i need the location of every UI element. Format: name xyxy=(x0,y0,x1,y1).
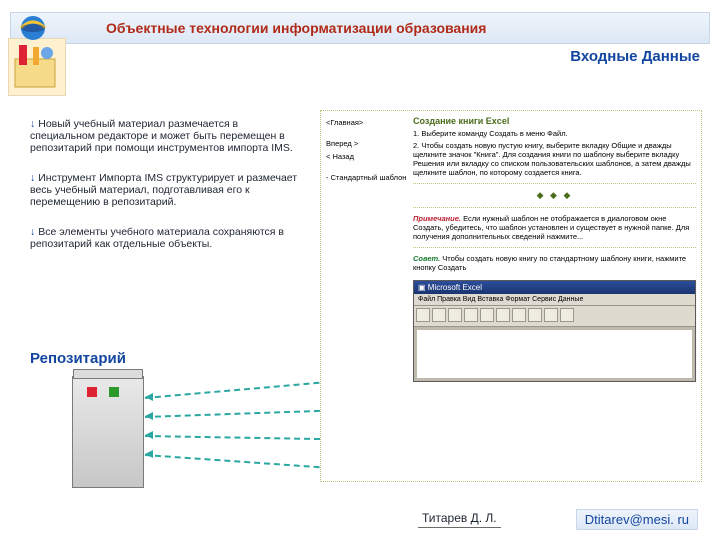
toolbar-button-icon xyxy=(416,308,430,322)
author-name: Титарев Д. Л. xyxy=(418,511,501,528)
nav-forward-link[interactable]: Вперед > xyxy=(326,137,408,150)
excel-menu-bar: Файл Правка Вид Вставка Формат Сервис Да… xyxy=(414,294,695,306)
server-tower-icon xyxy=(72,376,144,488)
bullet-1: ↓Новый учебный материал размечается в сп… xyxy=(30,118,305,154)
connector-line xyxy=(145,410,320,418)
subtitle: Входные Данные xyxy=(570,48,700,65)
excel-title-bar: ▣ Microsoft Excel xyxy=(414,281,695,294)
bullet-3: ↓Все элементы учебного материала сохраня… xyxy=(30,226,305,250)
led-red-icon xyxy=(87,387,97,397)
toolbar-button-icon xyxy=(464,308,478,322)
arrow-left-icon xyxy=(145,431,153,439)
divider xyxy=(413,207,696,208)
nav-template-item[interactable]: - Стандартный шаблон xyxy=(326,171,408,184)
toolbar-button-icon xyxy=(560,308,574,322)
excel-toolbar xyxy=(414,306,695,327)
content-preview: <Главная> Вперед > < Назад - Стандартный… xyxy=(320,110,702,482)
step-2: 2. Чтобы создать новую пустую книгу, выб… xyxy=(413,141,696,177)
nav-home-link[interactable]: <Главная> xyxy=(326,116,408,129)
toolbar-button-icon xyxy=(448,308,462,322)
bullet-3-text: Все элементы учебного материала сохраняю… xyxy=(30,226,284,250)
nav-pane: <Главная> Вперед > < Назад - Стандартный… xyxy=(326,116,408,184)
arrow-icon: ↓ xyxy=(30,172,35,184)
topic-heading: Создание книги Excel xyxy=(413,116,696,126)
bullet-1-text: Новый учебный материал размечается в спе… xyxy=(30,118,293,154)
nav-back-link[interactable]: < Назад xyxy=(326,150,408,163)
main-pane: Создание книги Excel 1. Выберите команду… xyxy=(413,116,696,382)
arrow-left-icon xyxy=(145,393,153,401)
hint-text: Чтобы создать новую книгу по стандартном… xyxy=(413,254,686,272)
connector-line xyxy=(145,454,320,468)
header-bar: Объектные технологии информатизации обра… xyxy=(10,12,710,44)
hint-label: Совет. xyxy=(413,254,440,263)
author-email[interactable]: Dtitarev@mesi. ru xyxy=(576,509,698,530)
repository-label: Репозитарий xyxy=(30,350,126,367)
toolbar-button-icon xyxy=(528,308,542,322)
toolbar-button-icon xyxy=(512,308,526,322)
toolbar-button-icon xyxy=(496,308,510,322)
ie-logo-icon xyxy=(15,8,51,44)
arrow-left-icon xyxy=(145,412,153,420)
page-title: Объектные технологии информатизации обра… xyxy=(106,20,486,36)
step-1: 1. Выберите команду Создать в меню Файл. xyxy=(413,129,696,138)
led-green-icon xyxy=(109,387,119,397)
toolbar-button-icon xyxy=(432,308,446,322)
arrow-left-icon xyxy=(145,450,153,458)
tools-folder-icon xyxy=(8,38,66,96)
connector-line xyxy=(145,382,320,399)
ornament-dots: ◆ ◆ ◆ xyxy=(413,190,696,201)
connector-line xyxy=(145,435,320,440)
bullet-2: ↓Инструмент Импорта IMS структурирует и … xyxy=(30,172,305,208)
arrow-icon: ↓ xyxy=(30,118,35,130)
arrow-icon: ↓ xyxy=(30,226,35,238)
excel-window: ▣ Microsoft Excel Файл Правка Вид Вставк… xyxy=(413,280,696,382)
bullet-list: ↓Новый учебный материал размечается в сп… xyxy=(30,118,305,268)
excel-title-text: Microsoft Excel xyxy=(428,283,482,292)
toolbar-button-icon xyxy=(480,308,494,322)
divider xyxy=(413,247,696,248)
note-row: Примечание. Если нужный шаблон не отобра… xyxy=(413,214,696,241)
toolbar-button-icon xyxy=(544,308,558,322)
hint-row: Совет. Чтобы создать новую книгу по стан… xyxy=(413,254,696,272)
excel-sheet-area xyxy=(417,330,692,378)
divider xyxy=(413,183,696,184)
bullet-2-text: Инструмент Импорта IMS структурирует и р… xyxy=(30,172,297,208)
note-label: Примечание. xyxy=(413,214,461,223)
